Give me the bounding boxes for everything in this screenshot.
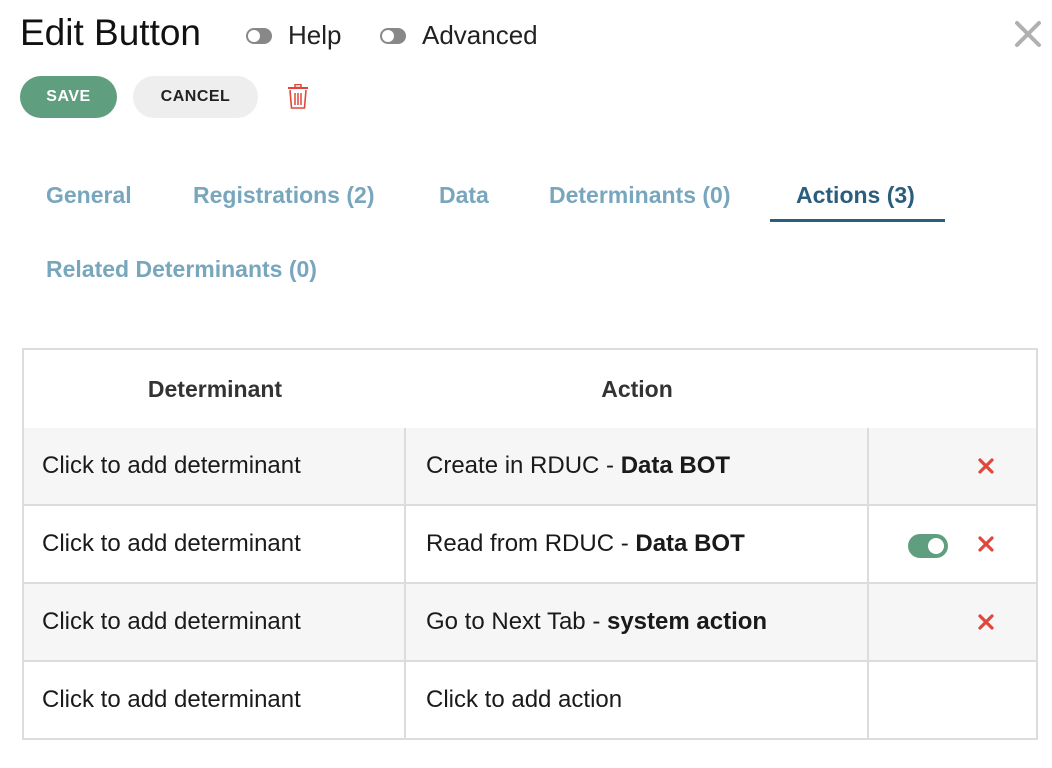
determinant-cell[interactable]: Click to add determinant [42, 428, 301, 504]
action-text: Click to add action [426, 686, 623, 713]
determinant-cell[interactable]: Click to add determinant [42, 584, 301, 660]
action-text: Create in RDUC - [426, 452, 621, 479]
action-source: Data BOT [635, 530, 745, 557]
tab-related-determinants[interactable]: Related Determinants (0) [46, 256, 317, 283]
action-cell[interactable]: Create in RDUC - Data BOT [426, 428, 730, 504]
determinant-cell[interactable]: Click to add determinant [42, 662, 301, 738]
close-icon[interactable] [1012, 18, 1044, 50]
tab-registrations[interactable]: Registrations (2) [193, 182, 374, 209]
save-button[interactable]: SAVE [20, 76, 117, 118]
help-toggle-group[interactable]: Help [246, 20, 341, 51]
page-title: Edit Button [20, 12, 202, 53]
delete-x-icon[interactable] [976, 534, 996, 554]
table-row: Click to add determinant Click to add ac… [24, 662, 1036, 740]
table-row: Click to add determinant Go to Next Tab … [24, 584, 1036, 662]
advanced-toggle-label: Advanced [422, 20, 538, 50]
action-toggle[interactable] [908, 534, 948, 558]
table-row: Click to add determinant Create in RDUC … [24, 428, 1036, 506]
action-source: system action [606, 608, 768, 635]
actions-table: Determinant Action Click to add determin… [22, 348, 1038, 740]
action-source: Data BOT [620, 452, 731, 479]
table-row: Click to add determinant Read from RDUC … [24, 506, 1036, 584]
tab-general[interactable]: General [46, 182, 132, 209]
action-cell[interactable]: Read from RDUC - Data BOT [426, 506, 745, 582]
tab-data[interactable]: Data [439, 182, 489, 209]
cancel-button[interactable]: CANCEL [133, 76, 258, 118]
advanced-toggle[interactable] [380, 27, 406, 44]
advanced-toggle-group[interactable]: Advanced [380, 20, 538, 51]
column-header-action: Action [601, 376, 673, 402]
column-header-determinant: Determinant [147, 376, 283, 402]
trash-icon[interactable] [286, 84, 310, 110]
determinant-cell[interactable]: Click to add determinant [42, 506, 301, 582]
action-text: Go to Next Tab - [426, 608, 607, 635]
action-cell[interactable]: Go to Next Tab - system action [426, 584, 767, 660]
edit-button-dialog: Edit Button Help Advanced SAVE CANCEL Ge… [0, 0, 1052, 768]
delete-x-icon[interactable] [976, 456, 996, 476]
delete-x-icon[interactable] [976, 612, 996, 632]
action-text: Read from RDUC - [426, 530, 636, 557]
active-tab-indicator [770, 219, 945, 222]
help-toggle-label: Help [288, 20, 342, 50]
action-cell[interactable]: Click to add action [426, 662, 622, 738]
tab-determinants[interactable]: Determinants (0) [549, 182, 730, 209]
help-toggle[interactable] [246, 27, 272, 44]
table-header: Determinant Action [24, 350, 1036, 430]
tab-actions[interactable]: Actions (3) [796, 182, 915, 209]
